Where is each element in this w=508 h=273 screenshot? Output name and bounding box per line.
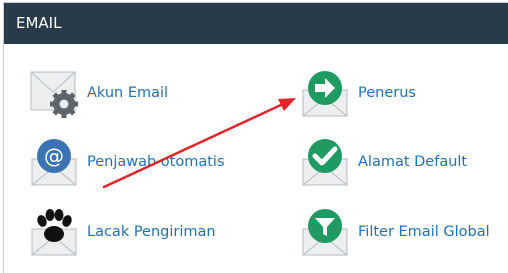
- akun-email-link[interactable]: Akun Email: [30, 67, 168, 119]
- forward-arrow-envelope-icon: [302, 71, 348, 117]
- alamat-default-link[interactable]: Alamat Default: [301, 136, 467, 188]
- alamat-default-label: Alamat Default: [358, 154, 468, 170]
- penerus-link[interactable]: Penerus: [301, 67, 416, 119]
- envelope-gear-icon: [30, 71, 78, 118]
- lacak-pengiriman-link[interactable]: Lacak Pengiriman: [30, 206, 216, 258]
- checkmark-envelope-icon: [302, 139, 348, 186]
- penjawab-otomatis-link[interactable]: @ Penjawab otomatis: [30, 136, 225, 188]
- funnel-filter-envelope-icon: [302, 209, 348, 256]
- filter-email-global-link[interactable]: Filter Email Global: [301, 206, 490, 258]
- akun-email-label: Akun Email: [87, 85, 169, 101]
- section-header: EMAIL: [4, 3, 508, 44]
- lacak-pengiriman-label: Lacak Pengiriman: [87, 224, 216, 240]
- paw-print-envelope-icon: [31, 209, 77, 256]
- filter-email-global-label: Filter Email Global: [358, 224, 490, 240]
- penerus-label: Penerus: [358, 85, 416, 101]
- at-sign-envelope-icon: @: [31, 139, 77, 186]
- svg-text:@: @: [44, 144, 64, 168]
- penjawab-otomatis-label: Penjawab otomatis: [87, 154, 225, 170]
